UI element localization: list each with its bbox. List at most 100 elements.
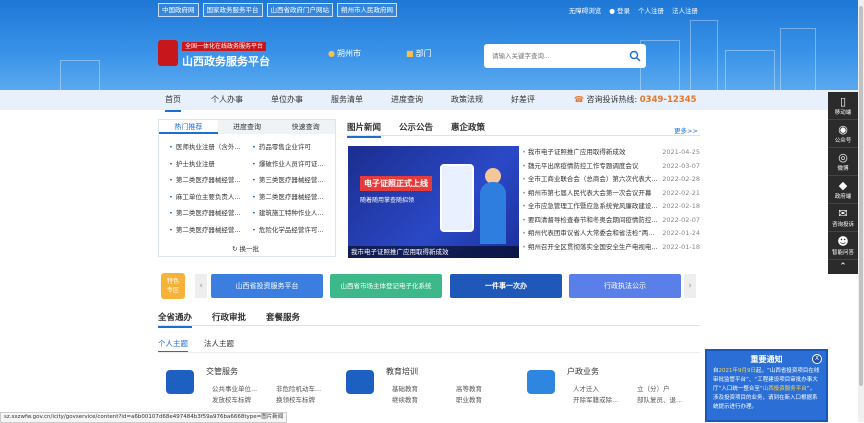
news-row[interactable]: 朔州代表团审议省人大常委会和省法检“两...2022-01-24 bbox=[522, 227, 700, 241]
sidebar-item-wechat[interactable]: ◉ 公众号 bbox=[828, 120, 858, 148]
hot-item[interactable]: 危险化学品经营许可... bbox=[252, 225, 335, 237]
dept-selector[interactable]: ■ 部门 bbox=[406, 48, 432, 59]
news-title: 我市电子证照推广应用取得新成效 bbox=[522, 146, 662, 160]
refresh-button[interactable]: ↻ 换一批 bbox=[232, 243, 259, 253]
back-to-top-button[interactable]: ⌃ bbox=[828, 260, 858, 274]
close-icon[interactable]: X bbox=[812, 354, 822, 364]
service-item[interactable]: 立（分）户 bbox=[637, 383, 670, 393]
hot-item[interactable]: 第二类医疗器械经营... bbox=[252, 192, 335, 204]
special-zone-tag-line: 专区 bbox=[166, 287, 179, 294]
banner-card[interactable]: 一件事一次办 bbox=[450, 274, 562, 298]
service-item[interactable]: 换领校车标牌 bbox=[276, 394, 315, 404]
news-image[interactable]: 电子证照正式上线 随着随用掌查随招领 我市电子证照推广应用取得新成效 bbox=[348, 146, 519, 258]
service-item[interactable]: 部队复员、退... bbox=[637, 394, 682, 404]
sidebar-item-gov[interactable]: ◆ 政府端 bbox=[828, 176, 858, 204]
login-link[interactable]: ● 登录 bbox=[609, 5, 630, 15]
news-date: 2022-01-24 bbox=[662, 229, 700, 237]
phone-illustration bbox=[440, 164, 474, 232]
service-item[interactable]: 非危险机动车... bbox=[276, 383, 321, 393]
top-link[interactable]: 山西省政府门户网站 bbox=[266, 3, 333, 17]
building-decoration bbox=[725, 50, 775, 90]
service-item[interactable]: 基础教育 bbox=[392, 383, 418, 393]
news-row[interactable]: 朔州召开全区贯彻落实全国安全生产电视电...2022-01-18 bbox=[522, 241, 700, 255]
hot-item[interactable]: 医师执业注册（含外... bbox=[169, 142, 252, 154]
brand-title[interactable]: 山西政务服务平台 bbox=[182, 53, 270, 69]
service-item[interactable]: 高等教育 bbox=[456, 383, 482, 393]
hot-item[interactable]: 第二类医疗器械经营... bbox=[169, 225, 252, 237]
banner-card[interactable]: 行政执法公示 bbox=[569, 274, 681, 298]
nav-policy[interactable]: 政策法规 bbox=[451, 90, 483, 110]
notice-popup: 重要通知 X 自2021年9月9日起，“山西省投资项目在线审批监管平台”、“工程… bbox=[705, 349, 828, 422]
search-button[interactable] bbox=[624, 44, 646, 68]
tab-hot[interactable]: 热门推荐 bbox=[159, 120, 218, 134]
sidebar-item-ai[interactable]: ☻ 智能问答 bbox=[828, 232, 858, 260]
chevron-left-icon[interactable]: ‹ bbox=[195, 274, 207, 298]
search-input[interactable] bbox=[484, 44, 624, 68]
hot-item[interactable]: 麻工单位主要负责人... bbox=[169, 192, 252, 204]
hot-item[interactable]: 第二类医疗器械经营... bbox=[169, 175, 252, 187]
nav-service-list[interactable]: 服务清单 bbox=[331, 90, 363, 110]
news-date: 2022-02-28 bbox=[662, 175, 700, 183]
personal-register-link[interactable]: 个人注册 bbox=[638, 5, 664, 15]
hotline-number: 0349-12345 bbox=[639, 95, 697, 105]
logo-icon[interactable] bbox=[158, 40, 178, 66]
nav-home[interactable]: 首页 bbox=[165, 90, 181, 112]
top-link[interactable]: 朔州市人民政府网 bbox=[337, 3, 397, 17]
service-item[interactable]: 职业教育 bbox=[456, 394, 482, 404]
building-decoration bbox=[690, 20, 718, 90]
news-title: 朔州市第七届人民代表大会第一次会议开幕 bbox=[522, 187, 662, 201]
top-right-links: 无障碍浏览 ● 登录 个人注册 法人注册 bbox=[569, 5, 698, 15]
service-item[interactable]: 继续教育 bbox=[392, 394, 418, 404]
car-icon bbox=[166, 370, 194, 394]
chevron-right-icon[interactable]: › bbox=[684, 274, 696, 298]
scrollbar-thumb[interactable] bbox=[859, 6, 863, 386]
nav-unit[interactable]: 单位办事 bbox=[271, 90, 303, 110]
sidebar-item-consult[interactable]: ✉ 咨询投诉 bbox=[828, 204, 858, 232]
sidebar-item-mobile[interactable]: ▯ 移动端 bbox=[828, 92, 858, 120]
corp-register-link[interactable]: 法人注册 bbox=[672, 5, 698, 15]
hot-item[interactable]: 药品零售企业许可 bbox=[252, 142, 335, 154]
news-row[interactable]: 全市工商业联合会（总商会）第六次代表大...2022-02-28 bbox=[522, 173, 700, 187]
city-selector[interactable]: ● 朔州市 bbox=[328, 48, 361, 59]
hot-panel: 热门推荐 进度查询 快速查询 医师执业注册（含外... 药品零售企业许可 护士执… bbox=[158, 119, 336, 257]
news-row[interactable]: 要四清督导检查春节和冬奥会期间疫情防控...2022-02-07 bbox=[522, 214, 700, 228]
nav-review[interactable]: 好差评 bbox=[511, 90, 535, 110]
tab-corp-theme[interactable]: 法人主题 bbox=[204, 338, 234, 352]
top-link[interactable]: 中国政府网 bbox=[158, 3, 199, 17]
refresh-label: 换一批 bbox=[239, 245, 260, 253]
service-item[interactable]: 发放校车标牌 bbox=[212, 394, 251, 404]
hot-item[interactable]: 第二类医疗器械经营... bbox=[169, 208, 252, 220]
news-image-caption: 我市电子证照推广应用取得新成效 bbox=[348, 246, 519, 258]
hot-item[interactable]: 护士执业注册 bbox=[169, 159, 252, 171]
news-row[interactable]: 我市电子证照推广应用取得新成效2021-04-25 bbox=[522, 146, 700, 160]
news-title: 全市工商业联合会（总商会）第六次代表大... bbox=[522, 173, 662, 187]
news-title: 全市应急管理工作暨应急系统党风廉政建设... bbox=[522, 200, 662, 214]
accessible-link[interactable]: 无障碍浏览 bbox=[569, 5, 602, 15]
service-item[interactable]: 公共事业单位... bbox=[212, 383, 257, 393]
news-more-link[interactable]: 更多>> bbox=[674, 125, 698, 135]
tab-progress[interactable]: 进度查询 bbox=[217, 120, 277, 134]
notice-title: 重要通知 bbox=[750, 355, 783, 364]
banner-card[interactable]: 山西省投资服务平台 bbox=[211, 274, 323, 298]
header-banner bbox=[0, 0, 864, 90]
service-item[interactable]: 开除军籍或除... bbox=[573, 394, 618, 404]
building-decoration bbox=[60, 60, 100, 90]
service-item[interactable]: 人才迁入 bbox=[573, 383, 599, 393]
banner-card[interactable]: 山西省市场主体登记电子化系统 bbox=[330, 274, 442, 298]
hot-item[interactable]: 爆破作业人员许可证... bbox=[252, 159, 335, 171]
top-link[interactable]: 国家政务服务平台 bbox=[202, 3, 263, 17]
sidebar-item-weibo[interactable]: ◎ 微博 bbox=[828, 148, 858, 176]
nav-progress[interactable]: 进度查询 bbox=[391, 90, 423, 110]
main-nav: 首页 个人办事 单位办事 服务清单 进度查询 政策法规 好差评 ☎ 咨询投诉热线… bbox=[0, 90, 864, 112]
nav-personal[interactable]: 个人办事 bbox=[211, 90, 243, 110]
news-row[interactable]: 魏元平出席疫情防控工作专题调度会议2022-03-07 bbox=[522, 160, 700, 174]
robot-icon: ☻ bbox=[837, 235, 849, 248]
tab-personal-theme[interactable]: 个人主题 bbox=[158, 338, 188, 352]
notice-link[interactable]: 山西投资服务平台 bbox=[763, 386, 807, 392]
news-row[interactable]: 全市应急管理工作暨应急系统党风廉政建设...2022-02-18 bbox=[522, 200, 700, 214]
hot-item[interactable]: 第三类医疗器械经营... bbox=[252, 175, 335, 187]
news-row[interactable]: 朔州市第七届人民代表大会第一次会议开幕2022-02-21 bbox=[522, 187, 700, 201]
tab-quick[interactable]: 快速查询 bbox=[276, 120, 336, 134]
hot-item[interactable]: 建筑施工特种作业人... bbox=[252, 208, 335, 220]
sidebar-label: 微博 bbox=[837, 166, 849, 172]
